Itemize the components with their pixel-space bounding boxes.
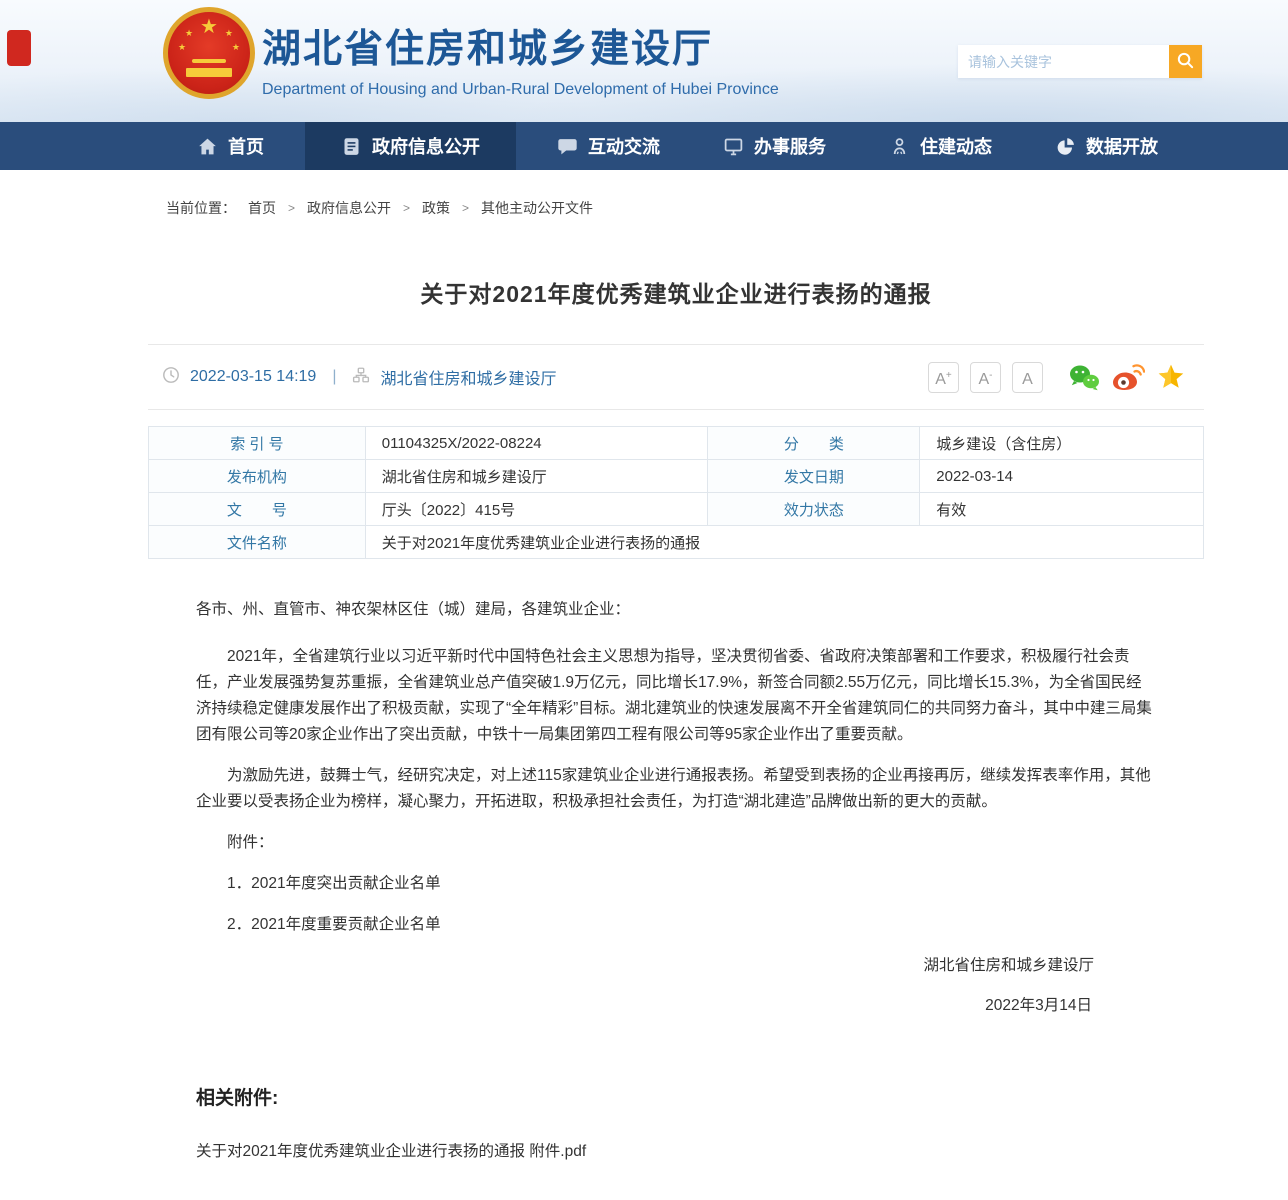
nav-item-label: 首页: [228, 133, 264, 159]
related-attachments-section: 相关附件: 关于对2021年度优秀建筑业企业进行表扬的通报 附件.pdf: [148, 1087, 1204, 1163]
person-icon: [889, 136, 910, 157]
search-button[interactable]: [1169, 45, 1202, 78]
emblem-gate-icon: [186, 68, 232, 77]
breadcrumb-item-home[interactable]: 首页: [248, 200, 276, 216]
status-value: 有效: [920, 493, 1204, 526]
monitor-icon: [723, 136, 744, 157]
search-icon: [1176, 51, 1195, 73]
signature-date: 2022年3月14日: [196, 993, 1156, 1019]
nav-item-services[interactable]: 办事服务: [701, 122, 848, 170]
sitemap-icon: [352, 366, 370, 389]
article-container: 关于对2021年度优秀建筑业企业进行表扬的通报 2022-03-15 14:19…: [148, 278, 1204, 1163]
attachment-item: 2．2021年度重要贡献企业名单: [196, 912, 1156, 938]
body-paragraph: 2021年，全省建筑行业以习近平新时代中国特色社会主义思想为指导，坚决贯彻省委、…: [196, 644, 1156, 748]
search-box: [958, 45, 1202, 78]
doc-number-value: 厅头〔2022〕415号: [365, 493, 708, 526]
doc-name-label: 文件名称: [149, 526, 366, 559]
nav-item-label: 政府信息公开: [372, 133, 480, 159]
font-increase-button[interactable]: A+: [928, 362, 959, 393]
site-header: ★ ★ ★ ★ ★ 湖北省住房和城乡建设厅 Department of Hous…: [0, 0, 1288, 122]
nav-item-home[interactable]: 首页: [175, 122, 286, 170]
issue-date-label: 发文日期: [708, 460, 920, 493]
article-meta-row: 2022-03-15 14:19 | 湖北省住房和城乡建设厅 A+ A- A: [148, 344, 1204, 410]
nav-item-label: 互动交流: [588, 133, 660, 159]
source-agency: 湖北省住房和城乡建设厅: [380, 365, 556, 389]
meta-separator: |: [326, 368, 342, 386]
breadcrumb-separator: >: [403, 200, 410, 216]
breadcrumb-item-other-docs[interactable]: 其他主动公开文件: [481, 200, 593, 216]
salutation: 各市、州、直管市、神农架林区住（城）建局，各建筑业企业：: [196, 597, 1156, 623]
breadcrumb-prefix: 当前位置：: [166, 200, 236, 216]
index-number-label: 索 引 号: [149, 427, 366, 460]
nav-item-gov-info[interactable]: 政府信息公开: [305, 122, 516, 170]
document-info-table: 索 引 号 01104325X/2022-08224 分 类 城乡建设（含住房）…: [148, 426, 1204, 559]
related-attachments-heading: 相关附件:: [196, 1087, 1204, 1111]
doc-name-value: 关于对2021年度优秀建筑业企业进行表扬的通报: [365, 526, 1203, 559]
agency-label: 发布机构: [149, 460, 366, 493]
site-title: 湖北省住房和城乡建设厅: [262, 18, 779, 74]
body-paragraph: 为激励先进，鼓舞士气，经研究决定，对上述115家建筑业企业进行通报表扬。希望受到…: [196, 763, 1156, 815]
attachment-pdf-link[interactable]: 关于对2021年度优秀建筑业企业进行表扬的通报 附件.pdf: [196, 1141, 586, 1163]
signature-agency: 湖北省住房和城乡建设厅: [196, 953, 1156, 979]
attachment-intro: 附件：: [196, 830, 1156, 856]
status-label: 效力状态: [708, 493, 920, 526]
index-number-value: 01104325X/2022-08224: [365, 427, 708, 460]
page-title: 关于对2021年度优秀建筑业企业进行表扬的通报: [148, 278, 1204, 310]
emblem-small-star-icon: ★: [225, 29, 233, 38]
category-label: 分 类: [708, 427, 920, 460]
font-reset-button[interactable]: A: [1012, 362, 1043, 393]
breadcrumb: 当前位置： 首页 > 政府信息公开 > 政策 > 其他主动公开文件: [0, 170, 1288, 216]
table-row: 发布机构 湖北省住房和城乡建设厅 发文日期 2022-03-14: [149, 460, 1204, 493]
wechat-icon[interactable]: [1068, 363, 1100, 391]
home-icon: [197, 136, 218, 157]
table-row: 文 号 厅头〔2022〕415号 效力状态 有效: [149, 493, 1204, 526]
issue-date-value: 2022-03-14: [920, 460, 1204, 493]
pie-chart-icon: [1055, 136, 1076, 157]
doc-number-label: 文 号: [149, 493, 366, 526]
main-nav: 首页 政府信息公开 互动交流 办事服务 住建动态: [0, 122, 1288, 170]
chat-icon: [557, 136, 578, 157]
nav-item-open-data[interactable]: 数据开放: [1033, 122, 1180, 170]
agency-value: 湖北省住房和城乡建设厅: [365, 460, 708, 493]
emblem-small-star-icon: ★: [178, 43, 186, 52]
table-row: 文件名称 关于对2021年度优秀建筑业企业进行表扬的通报: [149, 526, 1204, 559]
breadcrumb-item-policy[interactable]: 政策: [422, 200, 450, 216]
floating-widget-icon[interactable]: [7, 30, 31, 66]
weibo-icon[interactable]: [1111, 363, 1145, 391]
emblem-small-star-icon: ★: [232, 43, 240, 52]
nav-item-interaction[interactable]: 互动交流: [535, 122, 682, 170]
attachment-item: 1．2021年度突出贡献企业名单: [196, 871, 1156, 897]
document-icon: [341, 136, 362, 157]
font-decrease-button[interactable]: A-: [970, 362, 1001, 393]
emblem-gate-icon: [192, 59, 226, 63]
breadcrumb-separator: >: [288, 200, 295, 216]
nav-item-news[interactable]: 住建动态: [867, 122, 1014, 170]
table-row: 索 引 号 01104325X/2022-08224 分 类 城乡建设（含住房）: [149, 427, 1204, 460]
nav-item-label: 数据开放: [1086, 133, 1158, 159]
search-input[interactable]: [958, 45, 1169, 78]
clock-icon: [162, 366, 180, 389]
breadcrumb-separator: >: [462, 200, 469, 216]
nav-item-label: 办事服务: [754, 133, 826, 159]
emblem-small-star-icon: ★: [185, 29, 193, 38]
category-value: 城乡建设（含住房）: [920, 427, 1204, 460]
document-body: 各市、州、直管市、神农架林区住（城）建局，各建筑业企业： 2021年，全省建筑行…: [148, 559, 1204, 1019]
qzone-icon[interactable]: [1156, 363, 1186, 391]
national-emblem-logo: ★ ★ ★ ★ ★: [163, 7, 255, 99]
breadcrumb-item-gov-info[interactable]: 政府信息公开: [307, 200, 391, 216]
publish-datetime: 2022-03-15 14:19: [190, 368, 316, 386]
emblem-star-icon: ★: [200, 17, 218, 37]
site-subtitle: Department of Housing and Urban-Rural De…: [262, 81, 779, 99]
nav-item-label: 住建动态: [920, 133, 992, 159]
